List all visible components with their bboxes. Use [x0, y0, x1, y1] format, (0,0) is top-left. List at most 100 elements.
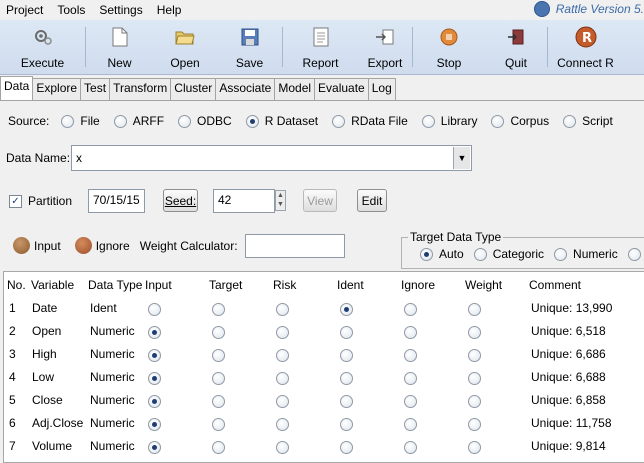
- seed-button[interactable]: Seed:: [163, 189, 198, 212]
- menu-project[interactable]: Project: [0, 3, 50, 17]
- source-odbc-radio[interactable]: ODBC: [178, 114, 232, 128]
- quit-button[interactable]: Quit: [485, 20, 547, 74]
- radio-button[interactable]: [113, 114, 127, 128]
- table-row[interactable]: 3 High Numeric Unique: 6,686: [4, 347, 644, 363]
- header-weight[interactable]: Weight: [465, 278, 502, 292]
- role-radio-input[interactable]: [148, 395, 161, 408]
- header-no[interactable]: No.: [7, 278, 26, 292]
- target-categoric-radio[interactable]: Categoric: [473, 247, 544, 261]
- radio-button[interactable]: [554, 247, 568, 261]
- role-radio-weight[interactable]: [468, 418, 481, 431]
- role-radio-input[interactable]: [148, 326, 161, 339]
- radio-button[interactable]: [491, 114, 505, 128]
- role-radio-ignore[interactable]: [404, 326, 417, 339]
- view-button[interactable]: View: [303, 189, 337, 212]
- tab-transform[interactable]: Transform: [109, 78, 172, 100]
- role-radio-input[interactable]: [148, 418, 161, 431]
- seed-spinner[interactable]: ▲ ▼: [275, 190, 286, 211]
- menu-help[interactable]: Help: [150, 3, 189, 17]
- radio-button[interactable]: [178, 114, 192, 128]
- role-radio-input[interactable]: [148, 372, 161, 385]
- target-numeric-radio[interactable]: Numeric: [554, 247, 618, 261]
- role-radio-input[interactable]: [148, 349, 161, 362]
- menu-tools[interactable]: Tools: [50, 3, 92, 17]
- source-corpus-radio[interactable]: Corpus: [491, 114, 549, 128]
- role-radio-risk[interactable]: [276, 349, 289, 362]
- radio-button-selected[interactable]: [420, 247, 433, 261]
- edit-button[interactable]: Edit: [357, 189, 387, 212]
- role-radio-input[interactable]: [148, 303, 161, 316]
- role-radio-ident[interactable]: [340, 395, 353, 408]
- role-radio-risk[interactable]: [276, 441, 289, 454]
- table-row[interactable]: 6 Adj.Close Numeric Unique: 11,758: [4, 416, 644, 432]
- header-variable[interactable]: Variable: [31, 278, 74, 292]
- tab-evaluate[interactable]: Evaluate: [314, 78, 369, 100]
- export-button[interactable]: Export: [358, 20, 412, 74]
- role-radio-risk[interactable]: [276, 395, 289, 408]
- role-radio-risk[interactable]: [276, 418, 289, 431]
- header-ident[interactable]: Ident: [337, 278, 364, 292]
- radio-button[interactable]: [61, 114, 75, 128]
- header-target[interactable]: Target: [209, 278, 242, 292]
- role-radio-risk[interactable]: [276, 372, 289, 385]
- role-radio-ignore[interactable]: [404, 441, 417, 454]
- tab-test[interactable]: Test: [80, 78, 111, 100]
- weight-calculator-input[interactable]: [245, 234, 345, 258]
- input-role-icon[interactable]: [13, 237, 30, 254]
- header-input[interactable]: Input: [145, 278, 172, 292]
- checkbox[interactable]: ✓: [9, 194, 22, 208]
- partition-field[interactable]: 70/15/15: [88, 189, 145, 213]
- role-radio-target[interactable]: [212, 372, 225, 385]
- source-rdata-file-radio[interactable]: RData File: [332, 114, 408, 128]
- role-radio-weight[interactable]: [468, 349, 481, 362]
- tab-associate[interactable]: Associate: [215, 78, 276, 100]
- role-radio-target[interactable]: [212, 395, 225, 408]
- tab-log[interactable]: Log: [367, 78, 396, 100]
- role-radio-risk[interactable]: [276, 326, 289, 339]
- role-radio-ignore[interactable]: [404, 395, 417, 408]
- stop-button[interactable]: Stop: [413, 20, 485, 74]
- role-radio-input[interactable]: [148, 441, 161, 454]
- radio-button[interactable]: [627, 247, 641, 261]
- source-file-radio[interactable]: File: [61, 114, 100, 128]
- new-button[interactable]: New: [86, 20, 153, 74]
- chevron-down-icon[interactable]: ▼: [453, 147, 470, 169]
- header-ignore[interactable]: Ignore: [401, 278, 435, 292]
- table-row[interactable]: 4 Low Numeric Unique: 6,688: [4, 370, 644, 386]
- role-radio-target[interactable]: [212, 441, 225, 454]
- source-r-dataset-radio[interactable]: R Dataset: [245, 114, 318, 128]
- role-radio-weight[interactable]: [468, 326, 481, 339]
- role-radio-weight[interactable]: [468, 395, 481, 408]
- tab-explore[interactable]: Explore: [32, 78, 82, 100]
- role-radio-ignore[interactable]: [404, 349, 417, 362]
- radio-button[interactable]: [332, 114, 346, 128]
- role-radio-ignore[interactable]: [404, 372, 417, 385]
- table-row[interactable]: 2 Open Numeric Unique: 6,518: [4, 324, 644, 340]
- role-radio-ident[interactable]: [340, 326, 353, 339]
- role-radio-ident[interactable]: [340, 372, 353, 385]
- role-radio-ident[interactable]: [340, 418, 353, 431]
- role-radio-risk[interactable]: [276, 303, 289, 316]
- role-radio-weight[interactable]: [468, 441, 481, 454]
- execute-button[interactable]: Execute: [0, 20, 85, 74]
- role-radio-ident[interactable]: [340, 441, 353, 454]
- header-comment[interactable]: Comment: [529, 278, 581, 292]
- radio-button[interactable]: [473, 247, 487, 261]
- header-risk[interactable]: Risk: [273, 278, 296, 292]
- role-radio-target[interactable]: [212, 349, 225, 362]
- open-button[interactable]: Open: [153, 20, 217, 74]
- report-button[interactable]: Report: [283, 20, 358, 74]
- data-name-combobox[interactable]: x ▼: [71, 145, 472, 171]
- tab-data[interactable]: Data: [0, 76, 34, 100]
- role-radio-ident[interactable]: [340, 349, 353, 362]
- source-library-radio[interactable]: Library: [421, 114, 477, 128]
- role-radio-target[interactable]: [212, 303, 225, 316]
- radio-button[interactable]: [563, 114, 577, 128]
- role-radio-weight[interactable]: [468, 372, 481, 385]
- source-arff-radio[interactable]: ARFF: [113, 114, 164, 128]
- target-auto-radio[interactable]: Auto: [420, 247, 464, 261]
- table-row[interactable]: 7 Volume Numeric Unique: 9,814: [4, 439, 644, 455]
- role-radio-ignore[interactable]: [404, 303, 417, 316]
- seed-field[interactable]: 42: [213, 189, 275, 213]
- role-radio-weight[interactable]: [468, 303, 481, 316]
